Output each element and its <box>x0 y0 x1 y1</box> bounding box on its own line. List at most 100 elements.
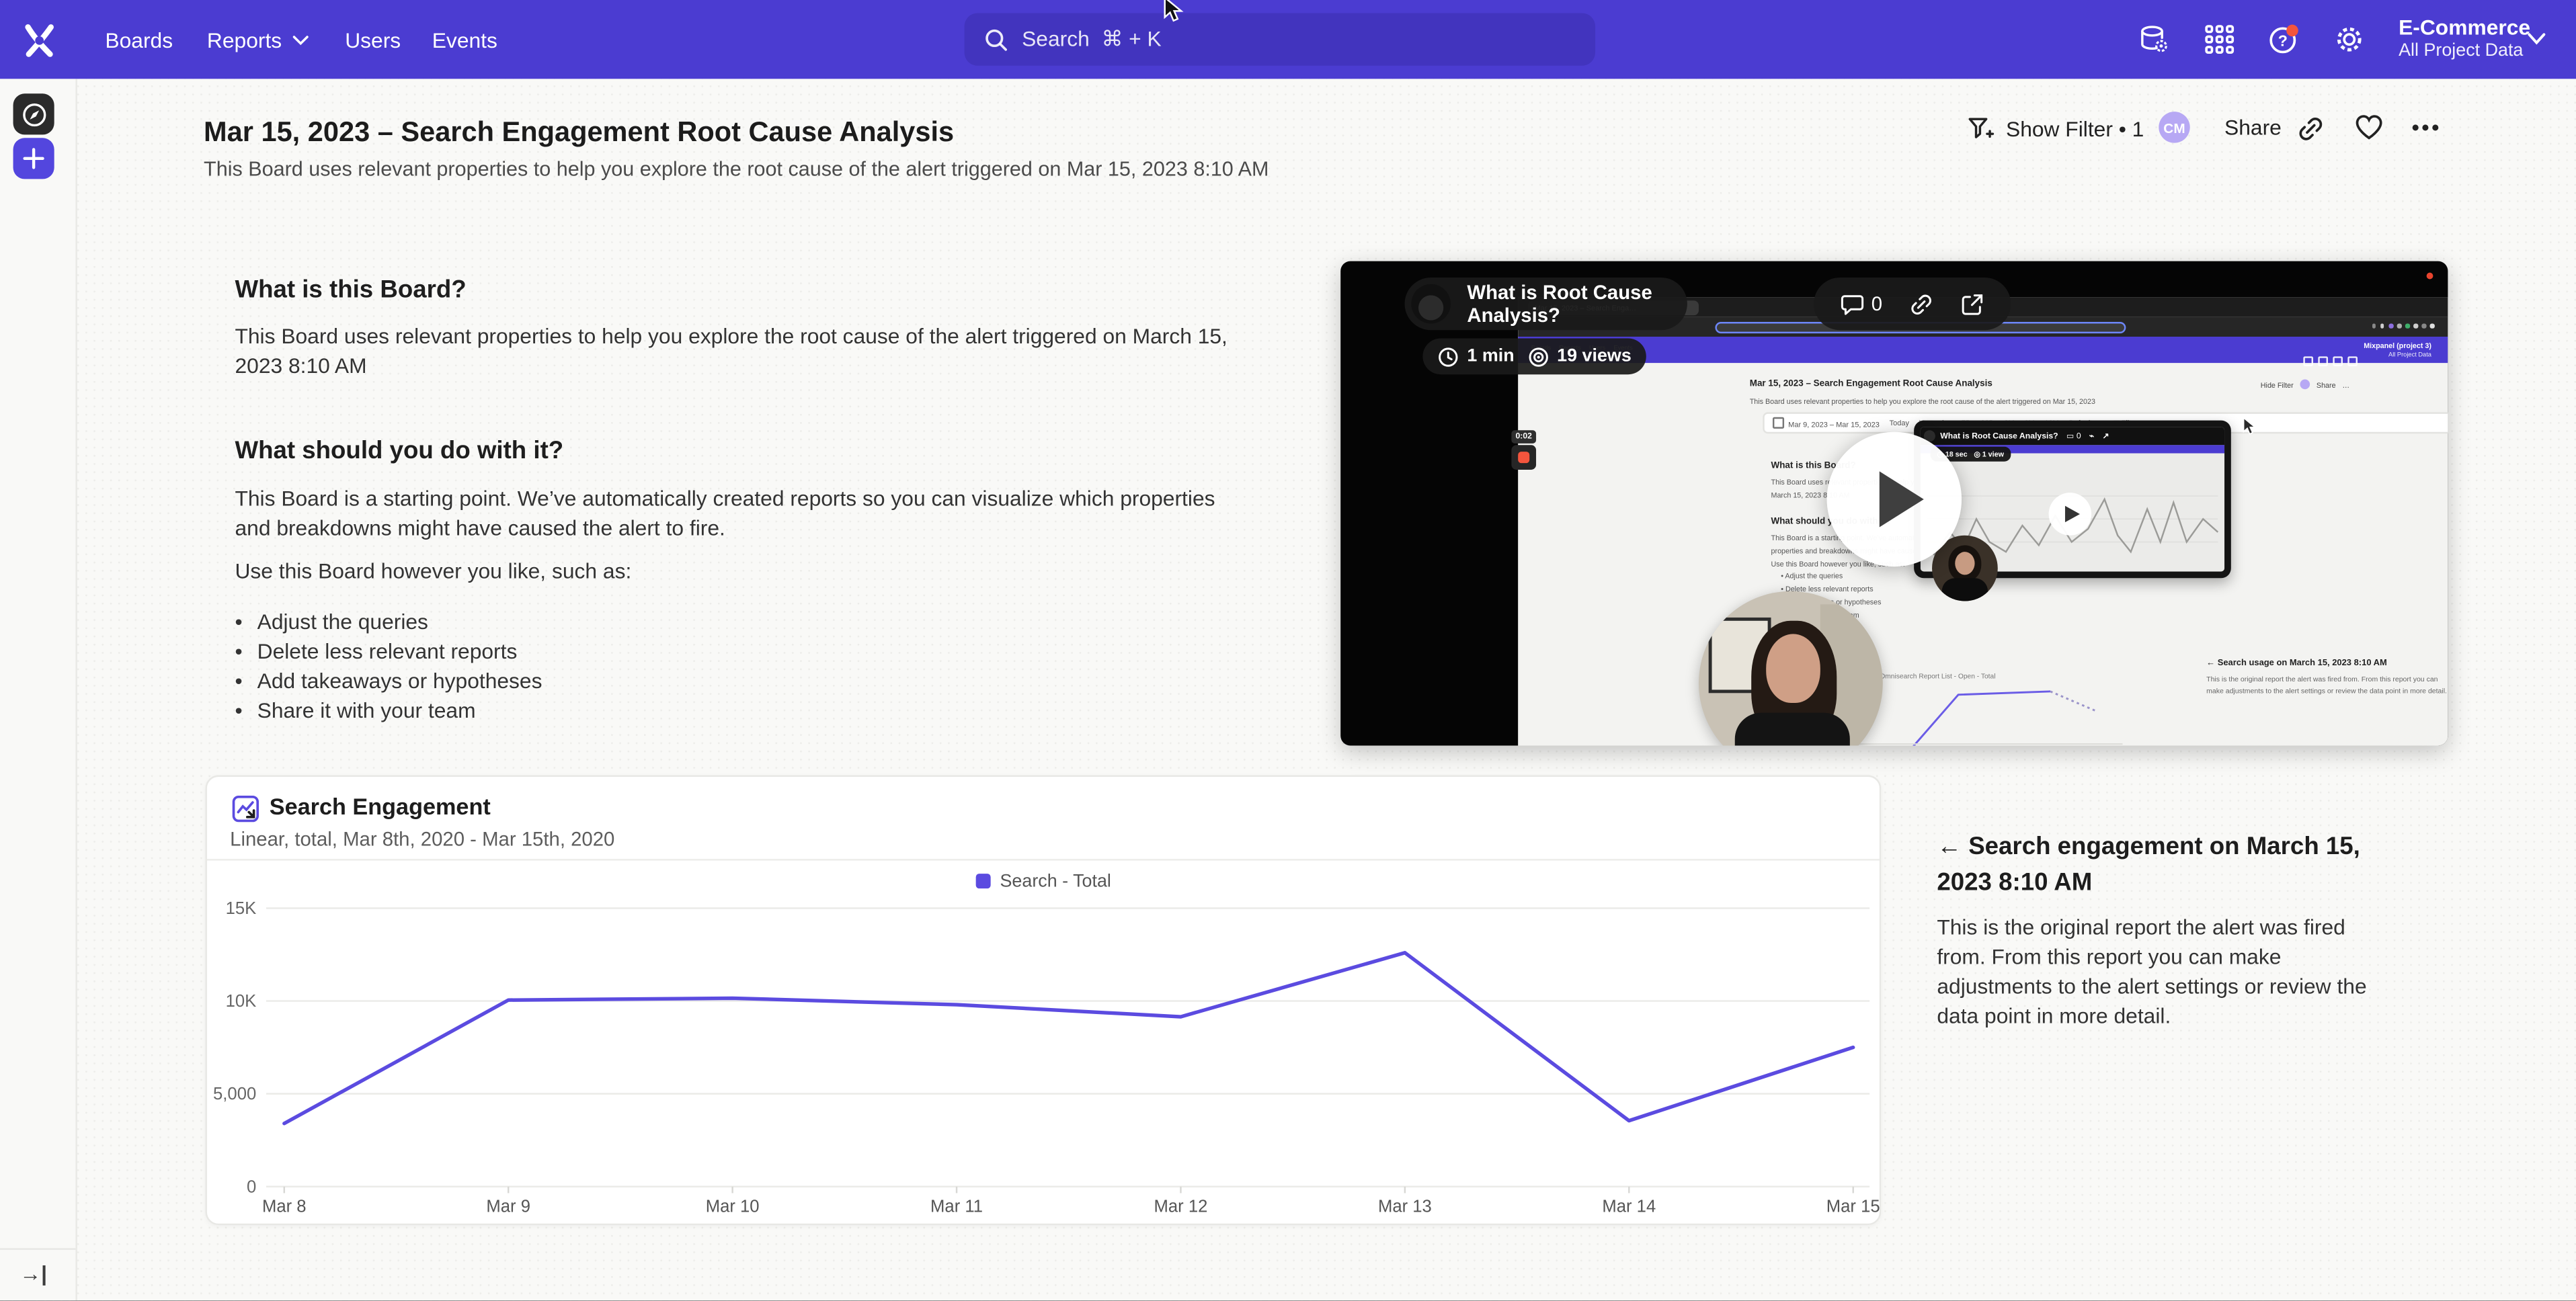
project-scope: All Project Data <box>2399 41 2523 60</box>
video-action-pill: 0 <box>1814 278 2011 330</box>
recording-elapsed-badge: 0:02 <box>1511 430 1536 444</box>
user-avatar[interactable]: CM <box>2159 112 2189 142</box>
alert-note-heading: ← Search engagement on March 15, 2023 8:… <box>1937 829 2367 902</box>
search-icon <box>984 27 1009 52</box>
mini-extension-icons <box>2372 323 2434 327</box>
nav-item-events[interactable]: Events <box>432 0 497 79</box>
filter-icon <box>1966 115 1995 143</box>
mini-mixpanel-nav: BoardsReportsUsersEvents Mixpanel (proje… <box>1518 337 2448 363</box>
search-input[interactable]: Search ⌘ + K <box>965 13 1595 66</box>
favorite-heart-icon[interactable] <box>2354 114 2384 142</box>
svg-text:?: ? <box>2278 32 2288 49</box>
video-comments-button[interactable]: 0 <box>1840 292 1882 317</box>
x-axis-tick: Mar 8 <box>262 1198 307 1216</box>
views-icon <box>1527 345 1549 367</box>
discover-compass-button[interactable] <box>13 93 54 134</box>
intro-bullet: Add takeaways or hypotheses <box>235 667 1240 696</box>
notification-dot <box>2286 25 2298 37</box>
project-name[interactable]: E-Commerce <box>2399 15 2530 40</box>
apps-grid-icon[interactable] <box>2203 23 2236 56</box>
report-card-search-engagement: Search Engagement Linear, total, Mar 8th… <box>205 775 1881 1226</box>
y-axis-tick: 0 <box>247 1177 256 1196</box>
mini-project-name: Mixpanel (project 3) <box>2364 341 2431 349</box>
x-axis-tick: Mar 9 <box>486 1198 530 1216</box>
sidebar-divider <box>0 1248 75 1249</box>
open-external-icon[interactable] <box>1960 292 1984 317</box>
video-author-avatar <box>1411 284 1451 324</box>
app-window: Boards Reports Users Events Search ⌘ + K <box>0 0 2576 1301</box>
mini-project-scope: All Project Data <box>2388 351 2431 358</box>
top-nav: Boards Reports Users Events Search ⌘ + K <box>0 0 2576 79</box>
mini-usage-note: ← Search usage on March 15, 2023 8:10 AM… <box>2206 659 2448 696</box>
mini-board-title: Mar 15, 2023 – Search Engagement Root Ca… <box>1750 380 1993 390</box>
x-axis-tick: Mar 15 <box>1826 1198 1880 1216</box>
left-sidebar: →| <box>0 79 77 1300</box>
project-chevron-down-icon[interactable] <box>2527 31 2546 46</box>
presenter-webcam <box>1699 591 1883 746</box>
comment-icon <box>1840 292 1865 317</box>
share-button[interactable]: Share <box>2224 115 2282 140</box>
series-line-search-total[interactable] <box>284 953 1853 1124</box>
mini-range-chip: Today <box>1890 419 1909 427</box>
nested-video-titlebar: What is Root Cause Analysis? ▭ 0 ⌁↗ <box>1921 427 2224 445</box>
mixpanel-logo[interactable] <box>22 22 58 58</box>
recording-dot <box>2427 273 2433 280</box>
x-axis-tick: Mar 14 <box>1602 1198 1656 1216</box>
mini-header-controls: Hide FilterShare… <box>2261 380 2349 390</box>
video-title: What is Root Cause Analysis? <box>1467 281 1687 327</box>
x-axis-tick: Mar 12 <box>1154 1198 1208 1216</box>
intro-heading-1: What is this Board? <box>235 276 466 304</box>
y-axis-tick: 5,000 <box>213 1085 256 1103</box>
mouse-cursor <box>1163 0 1184 25</box>
x-axis-tick: Mar 11 <box>930 1198 983 1216</box>
intro-bullet-list: Adjust the queriesDelete less relevant r… <box>235 607 1240 726</box>
board-page: Boards Reports Users Events Search ⌘ + K <box>0 0 2576 1301</box>
show-filter-button[interactable]: Show Filter • 1 <box>1966 115 2144 143</box>
nested-video-title: What is Root Cause Analysis? <box>1940 431 2058 442</box>
data-management-icon[interactable] <box>2138 23 2171 56</box>
y-axis-tick: 10K <box>226 992 257 1011</box>
nav-item-boards[interactable]: Boards <box>105 0 173 79</box>
reports-chevron-down-icon <box>292 34 308 45</box>
intro-bullet: Delete less relevant reports <box>235 637 1240 667</box>
copy-link-icon[interactable] <box>2297 115 2325 143</box>
mini-bullet: Adjust the queries <box>1781 570 1881 583</box>
board-title: Mar 15, 2023 – Search Engagement Root Ca… <box>204 117 954 150</box>
compass-icon <box>21 101 47 127</box>
nested-play-button <box>2049 493 2092 536</box>
video-meta-pill: 1 min 19 views <box>1422 338 1646 374</box>
play-icon <box>1879 471 1923 527</box>
add-board-button[interactable] <box>13 138 54 179</box>
search-placeholder: Search ⌘ + K <box>1022 26 1162 52</box>
x-axis-tick: Mar 10 <box>706 1198 760 1216</box>
intro-paragraph-2: This Board is a starting point. We’ve au… <box>235 485 1240 544</box>
video-link-icon[interactable] <box>1908 292 1933 317</box>
video-mouse-cursor <box>2243 417 2257 437</box>
intro-bullet: Adjust the queries <box>235 607 1240 637</box>
play-button[interactable] <box>1827 432 1962 566</box>
mini-board-subtitle: This Board uses relevant properties to h… <box>1750 396 2095 405</box>
record-stop-button[interactable] <box>1511 445 1536 470</box>
line-chart: 0 5,000 10K 15K Mar 8 Mar 9 Mar 10 Mar 11 Mar 12… <box>207 777 1883 1227</box>
intro-heading-2: What should you do with it? <box>235 437 563 465</box>
video-title-pill: What is Root Cause Analysis? <box>1405 278 1687 330</box>
video-duration: 1 min <box>1467 347 1514 366</box>
show-filter-label: Show Filter • 1 <box>2006 117 2144 142</box>
board-subtitle: This Board uses relevant properties to h… <box>204 158 1269 181</box>
y-axis-tick: 15K <box>226 899 257 918</box>
x-axis-tick: Mar 13 <box>1378 1198 1432 1216</box>
alert-note-body: This is the original report the alert wa… <box>1937 913 2377 1032</box>
mini-nav-icons <box>2303 345 2362 374</box>
intro-paragraph-1: This Board uses relevant properties to h… <box>235 322 1240 381</box>
intro-bullet: Share it with your team <box>235 696 1240 726</box>
plus-icon <box>23 148 44 169</box>
more-options-button[interactable]: ••• <box>2412 115 2442 140</box>
expand-sidebar-icon[interactable]: →| <box>19 1261 47 1286</box>
intro-usage-line: Use this Board however you like, such as… <box>235 556 1240 586</box>
nav-item-users[interactable]: Users <box>345 0 401 79</box>
video-player[interactable]: Mar 15, 2023 – Search Enga… BoardsReport… <box>1340 261 2448 746</box>
video-views: 19 views <box>1557 347 1632 366</box>
nav-item-reports[interactable]: Reports <box>207 0 308 79</box>
settings-gear-icon[interactable] <box>2333 23 2366 56</box>
help-icon[interactable]: ? <box>2267 23 2300 56</box>
